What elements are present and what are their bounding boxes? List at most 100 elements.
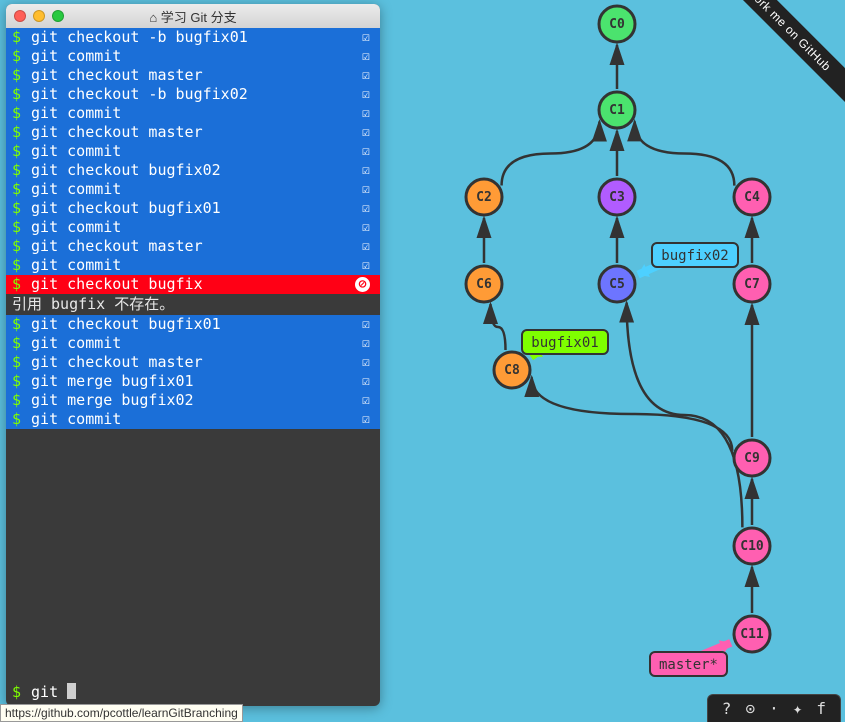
check-icon: ☑	[362, 66, 370, 85]
terminal-line: $git commit☑	[6, 410, 380, 429]
command-text: git merge bugfix02	[31, 391, 362, 410]
branch-tag-label: bugfix01	[531, 335, 598, 351]
prompt-icon: $	[12, 275, 21, 294]
check-icon: ☑	[362, 47, 370, 66]
command-text: git checkout master	[31, 123, 362, 142]
check-icon: ☑	[362, 256, 370, 275]
commit-label: C2	[476, 190, 492, 205]
check-icon: ☑	[362, 199, 370, 218]
command-text: git commit	[31, 47, 362, 66]
terminal-line: $git checkout master☑	[6, 237, 380, 256]
prompt-icon: $	[12, 372, 21, 391]
prompt-icon: $	[12, 391, 21, 410]
command-text: git checkout bugfix02	[31, 161, 362, 180]
graph-edge	[491, 304, 506, 350]
command-text: git checkout master	[31, 353, 362, 372]
commit-label: C8	[504, 363, 520, 378]
cursor-icon	[67, 683, 76, 699]
window-title: ⌂ 学习 Git 分支	[6, 7, 380, 26]
check-icon: ☑	[362, 104, 370, 123]
terminal-line: $ git checkout bugfix01☑	[6, 199, 380, 218]
prompt-icon: $	[12, 315, 21, 334]
terminal-line: $ git checkout master☑	[6, 123, 380, 142]
commit-label: C0	[609, 17, 625, 32]
terminal-line: $git checkout bugfix02☑	[6, 161, 380, 180]
terminal-body[interactable]: $git checkout -b bugfix01☑$git commit☑$g…	[6, 28, 380, 706]
prompt-icon: $	[12, 85, 21, 104]
status-bar: https://github.com/pcottle/learnGitBranc…	[0, 704, 243, 722]
prompt-icon: $	[12, 218, 21, 237]
check-icon: ☑	[362, 123, 370, 142]
command-input: git	[31, 683, 67, 701]
command-text: git commit	[31, 180, 362, 199]
terminal-line: $ git commit☑	[6, 180, 380, 199]
prompt-icon: $	[12, 47, 21, 66]
terminal-line: $git commit☑	[6, 142, 380, 161]
prompt-icon: $	[12, 123, 21, 142]
check-icon: ☑	[362, 372, 370, 391]
terminal-line: $git checkout bugfix01☑	[6, 315, 380, 334]
command-text: git commit	[31, 218, 362, 237]
check-icon: ☑	[362, 85, 370, 104]
commit-label: C3	[609, 190, 625, 205]
commit-label: C1	[609, 103, 625, 118]
commit-label: C4	[744, 190, 760, 205]
check-icon: ☑	[362, 142, 370, 161]
command-text: git checkout -b bugfix02	[31, 85, 362, 104]
toolbar-button-0[interactable]: ?	[722, 699, 732, 718]
prompt-icon: $	[12, 237, 21, 256]
check-icon: ☑	[362, 180, 370, 199]
command-text: git commit	[31, 104, 362, 123]
github-ribbon[interactable]: Fork me on GitHub	[685, 0, 845, 160]
command-text: git checkout bugfix01	[31, 315, 362, 334]
terminal-message: 引用 bugfix 不存在。	[6, 294, 380, 315]
terminal-window: ⌂ 学习 Git 分支 $git checkout -b bugfix01☑$g…	[6, 4, 380, 706]
toolbar-button-3[interactable]: ✦	[793, 699, 803, 718]
command-text: git commit	[31, 256, 362, 275]
bottom-toolbar: ? ⊙ · ✦ f	[707, 694, 841, 722]
command-text: git checkout -b bugfix01	[31, 28, 362, 47]
prompt-icon: $	[12, 142, 21, 161]
terminal-line: $ git checkout master☑	[6, 353, 380, 372]
toolbar-button-4[interactable]: f	[816, 699, 826, 718]
check-icon: ☑	[362, 334, 370, 353]
terminal-line: $ git checkout bugfix⊘	[6, 275, 380, 294]
graph-edge	[502, 121, 600, 185]
terminal-line: $ git merge bugfix02☑	[6, 391, 380, 410]
command-text: git commit	[31, 334, 362, 353]
terminal-line: $ git checkout -b bugfix02☑	[6, 85, 380, 104]
check-icon: ☑	[362, 391, 370, 410]
graph-edge	[532, 377, 733, 451]
prompt-icon: $	[12, 104, 21, 123]
check-icon: ☑	[362, 353, 370, 372]
command-input-line[interactable]: $git	[12, 683, 76, 702]
command-text: git checkout bugfix	[31, 275, 355, 294]
commit-label: C11	[740, 627, 764, 642]
check-icon: ☑	[362, 410, 370, 429]
commit-label: C7	[744, 277, 760, 292]
prompt-icon: $	[12, 66, 21, 85]
commit-label: C9	[744, 451, 760, 466]
terminal-line: $ git commit☑	[6, 334, 380, 353]
prompt-icon: $	[12, 199, 21, 218]
command-text: git checkout master	[31, 237, 362, 256]
command-text: git checkout bugfix01	[31, 199, 362, 218]
terminal-line: $git commit☑	[6, 256, 380, 275]
toolbar-button-2[interactable]: ·	[769, 699, 779, 718]
branch-tag-label: bugfix02	[661, 248, 728, 264]
check-icon: ☑	[362, 218, 370, 237]
error-icon: ⊘	[355, 277, 370, 292]
prompt-icon: $	[12, 180, 21, 199]
terminal-line: $ git commit☑	[6, 47, 380, 66]
toolbar-button-1[interactable]: ⊙	[745, 699, 755, 718]
check-icon: ☑	[362, 28, 370, 47]
titlebar: ⌂ 学习 Git 分支	[6, 4, 380, 28]
commit-label: C6	[476, 277, 492, 292]
prompt-icon: $	[12, 353, 21, 372]
branch-tag-label: master*	[659, 657, 718, 673]
terminal-line: $ git checkout master☑	[6, 66, 380, 85]
command-text: git checkout master	[31, 66, 362, 85]
commit-label: C5	[609, 277, 625, 292]
prompt-icon: $	[12, 410, 21, 429]
prompt-icon: $	[12, 334, 21, 353]
